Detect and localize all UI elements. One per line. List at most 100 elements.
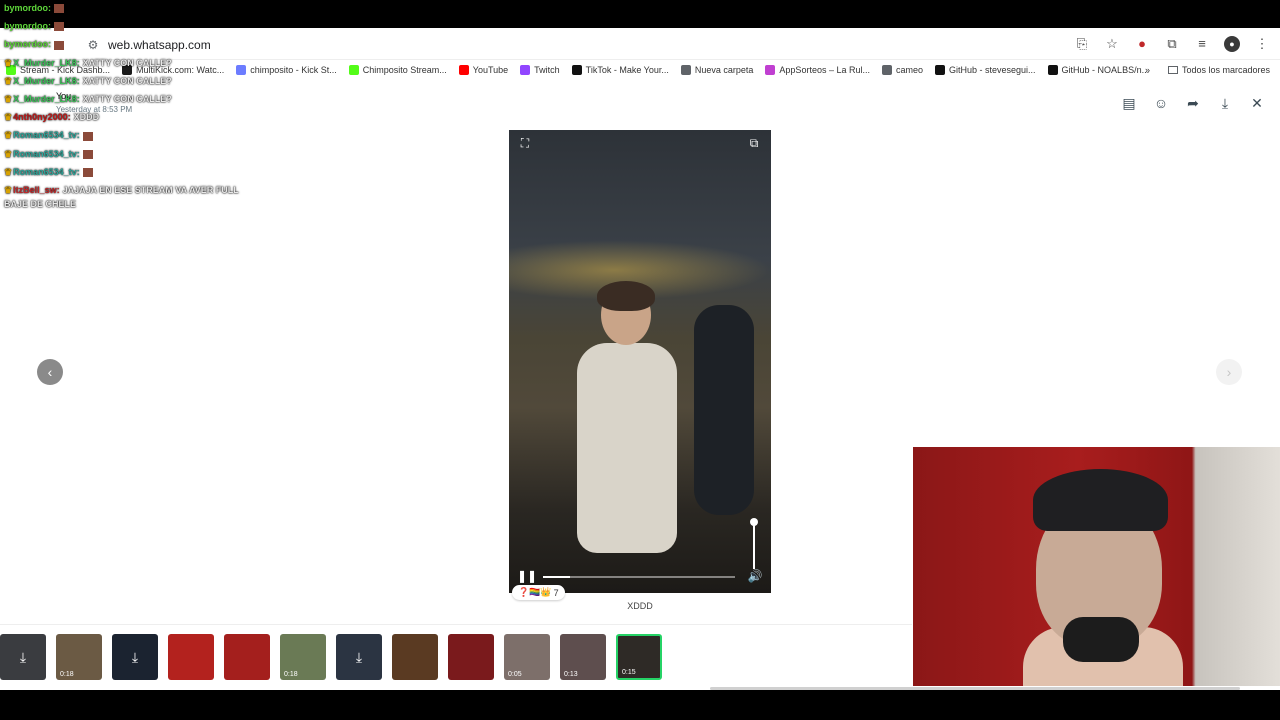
close-icon[interactable]: ✕ [1248,94,1266,112]
volume-slider[interactable] [750,518,758,569]
volume-icon[interactable]: 🔊 [747,569,763,585]
stream-overlay-top [0,0,1280,28]
crown-badge-icon: ♛ [4,94,13,104]
media-thumbnail[interactable] [392,634,438,680]
video-duration: 0:15 [622,669,636,676]
chat-message: bymordoo: [4,3,64,14]
chat-message: ♛Roman6534_tv: [4,149,93,160]
forward-icon[interactable]: ➦ [1184,94,1202,112]
previous-media-button[interactable]: ‹ [37,359,63,385]
bookmark-item[interactable]: AppSorteos – La Rul... [765,65,870,75]
bookmark-item[interactable]: GitHub - NOALBS/n... [1047,65,1150,75]
bookmark-label: YouTube [472,65,509,75]
media-thumbnail[interactable]: 0:05 [504,634,550,680]
media-thumbnail[interactable]: ⤓ [112,634,158,680]
video-frame-person [567,281,687,585]
media-thumbnail[interactable]: ⤓ [336,634,382,680]
bookmark-label: Chimposito Stream... [362,65,447,75]
video-duration: 0:18 [284,671,298,678]
chat-emote-icon [54,4,64,14]
media-thumbnail[interactable]: 0:18 [280,634,326,680]
chat-username: Roman6534_tv: [13,130,80,141]
extensions-icon[interactable]: ⧉ [1164,36,1180,52]
media-thumbnail[interactable]: ⤓ [0,634,46,680]
chat-message: bymordoo: [4,39,64,50]
chat-message: ♛X_Murder_LK8: XATTY CON CALLE? [4,58,172,69]
chat-emote-icon [82,131,93,141]
tab-search-icon[interactable]: ≡ [1194,36,1210,52]
media-thumbnail[interactable] [448,634,494,680]
go-to-message-icon[interactable]: ▤ [1120,94,1138,112]
folder-icon [1167,66,1178,74]
media-thumbnail[interactable]: 0:18 [56,634,102,680]
bookmark-label: Nueva carpeta [694,65,754,75]
url-text[interactable]: web.whatsapp.com [108,38,211,52]
chat-username: ItzBell_sw: [13,185,60,195]
bookmarks-bar-right: » Todos los marcadores [1145,60,1270,80]
download-icon[interactable]: ⤓ [1216,94,1234,112]
bookmarks-more-button[interactable]: » [1145,65,1150,75]
bookmark-item[interactable]: TikTok - Make Your... [571,65,669,75]
bookmark-item[interactable]: cameo [881,65,923,75]
chat-username: bymordoo: [4,21,51,32]
video-player[interactable] [509,130,771,593]
chat-text: XATTY CON CALLE? [82,75,172,86]
profile-avatar[interactable]: ● [1224,36,1240,52]
stream-overlay-bottom [0,690,1280,720]
chat-message: ♛4nth0ny2000: XDDD [4,112,99,123]
bookmark-favicon-icon [571,65,582,75]
bookmark-label: GitHub - NOALBS/n... [1061,65,1150,75]
site-info-icon[interactable]: ⚙ [86,38,100,52]
download-icon: ⤓ [355,649,363,665]
chat-text: XATTY CON CALLE? [82,94,172,104]
chat-username: X_Murder_LK8: [13,75,80,86]
chat-username: Roman6534_tv: [13,166,80,177]
bookmark-item[interactable]: GitHub - stevesegui... [935,65,1036,75]
chat-text: XDDD [73,112,100,123]
chat-message: ♛Roman6534_tv: [4,130,93,141]
next-media-button[interactable]: › [1216,359,1242,385]
crown-badge-icon: ♛ [4,185,13,195]
bookmark-item[interactable]: Twitch [520,65,560,75]
crown-badge-icon: ♛ [4,130,13,141]
extension-record-icon[interactable]: ● [1134,36,1150,52]
media-thumbnail[interactable] [224,634,270,680]
bookmark-item[interactable]: chimposito - Kick St... [236,65,337,75]
webcam-overlay [913,447,1280,686]
chat-username: X_Murder_LK8: [13,94,80,104]
crown-badge-icon: ♛ [4,75,13,86]
react-emoji-icon[interactable]: ☺ [1152,94,1170,112]
bookmark-label: chimposito - Kick St... [250,65,337,75]
chat-username: bymordoo: [4,3,51,13]
download-icon: ⤓ [19,649,27,665]
chat-emote-icon [54,40,64,50]
video-duration: 0:13 [564,671,578,678]
bookmark-star-icon[interactable]: ☆ [1104,36,1120,52]
media-thumbnail[interactable]: 0:13 [560,634,606,680]
media-thumbnail[interactable] [168,634,214,680]
menu-icon[interactable]: ⋮ [1254,36,1270,52]
pause-icon[interactable]: ❚❚ [517,569,537,585]
reactions-pill[interactable]: ❓🏳️‍🌈👑 7 [512,585,565,600]
crown-badge-icon: ♛ [4,148,13,159]
crown-badge-icon: ♛ [4,57,13,68]
chat-text-continued: BAJE DE CHELE [4,199,77,210]
bookmark-item[interactable]: YouTube [458,65,509,75]
fullscreen-icon[interactable]: ⛶ [517,136,533,152]
chat-emote-icon [82,167,93,177]
picture-in-picture-icon[interactable]: ⧉ [746,136,762,152]
chat-username: Roman6534_tv: [13,148,80,159]
chat-username: 4nth0ny2000: [13,112,71,123]
bookmark-item[interactable]: Nueva carpeta [680,65,754,75]
media-thumbnail[interactable]: 0:15 [616,634,662,680]
video-progress-bar[interactable] [543,576,735,578]
bookmark-item[interactable]: Chimposito Stream... [348,65,447,75]
chat-message: ♛X_Murder_LK8: XATTY CON CALLE? [4,94,172,105]
all-bookmarks-button[interactable]: Todos los marcadores [1182,65,1270,75]
address-bar[interactable]: ⚙ web.whatsapp.com [82,34,1140,56]
install-app-icon[interactable]: ⎘ [1074,36,1090,52]
bookmark-label: cameo [895,65,923,75]
chat-text: JAJAJA EN ESE STREAM VA AVER FULL [62,185,239,195]
reaction-emojis: ❓🏳️‍🌈👑 [518,587,552,597]
crown-badge-icon: ♛ [4,112,13,123]
